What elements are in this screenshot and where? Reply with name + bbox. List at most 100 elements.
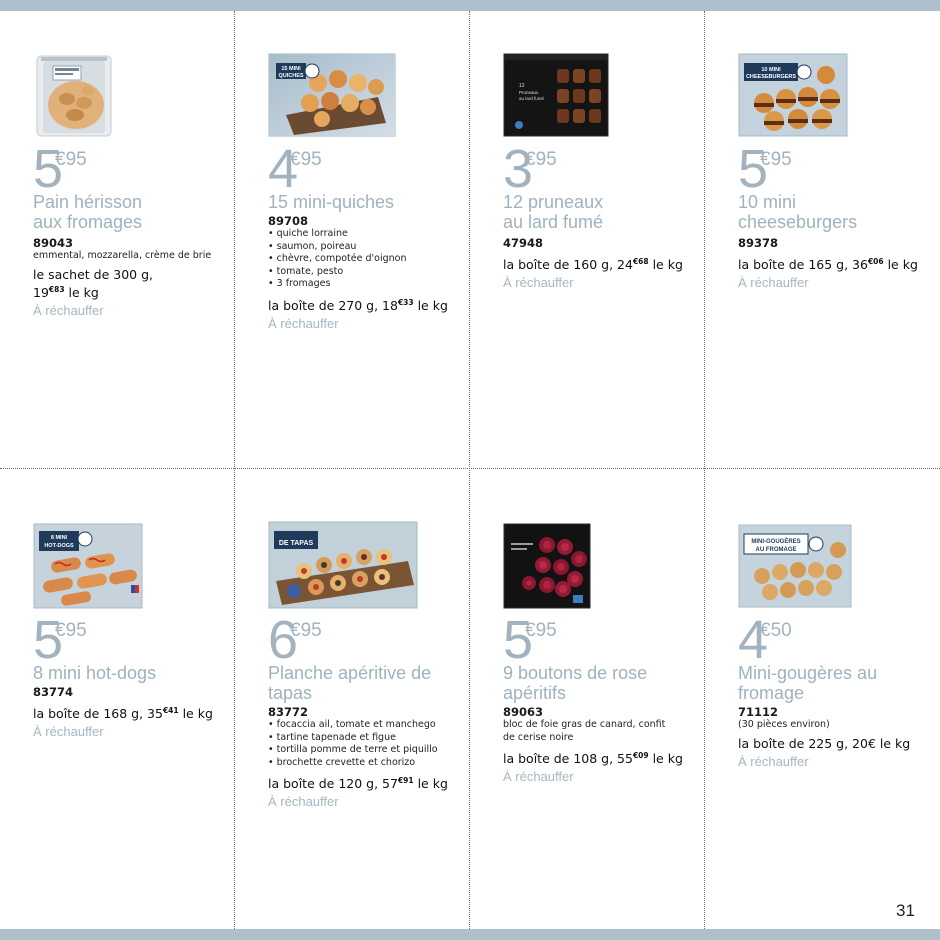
product-name: 10 mini cheeseburgers [738, 192, 933, 232]
product-description: bloc de foie gras de canard, confit [503, 719, 666, 730]
box-label: 8 MINI [51, 535, 68, 541]
column-divider [469, 11, 470, 929]
package-line: la boîte de 108 g, 55 [503, 751, 633, 766]
box-label: 12 [519, 83, 525, 89]
price-cents: €95 [290, 620, 322, 641]
quiche-box-icon: 15 MINI QUICHES [268, 53, 396, 141]
box-label: HOT-DOGS [44, 543, 74, 549]
tapas-box-icon: DE TAPAS [268, 521, 418, 613]
package-line: la boîte de 160 g, 24 [503, 257, 633, 272]
product-ref: 71112 [738, 705, 779, 719]
variety-item: tartine tapenade et figue [268, 732, 468, 745]
product-ref: 89708 [268, 214, 309, 228]
package-line: la boîte de 120 g, 57 [268, 776, 398, 791]
product-details: 89708 quiche lorraine saumon, poireau ch… [268, 214, 468, 332]
rose-box-icon [503, 523, 591, 613]
package-info: la boîte de 108 g, 55€09 le kg [503, 748, 703, 766]
price-cents: €50 [760, 620, 792, 641]
unit-price-unit: le kg [648, 751, 683, 766]
variety-item: chèvre, compotée d'oignon [268, 253, 468, 266]
package-info: la boîte de 168 g, 35€41 le kg [33, 703, 233, 721]
variety-list: focaccia ail, tomate et manchego tartine… [268, 719, 468, 769]
reheat-note: À réchauffer [738, 753, 809, 769]
price-cents: €95 [760, 149, 792, 170]
product-name: 9 boutons de rose apéritifs [503, 663, 698, 703]
product-ref: 89063 [503, 705, 544, 719]
box-label: au lard fumé [519, 96, 545, 101]
unit-price-cents: €91 [397, 776, 414, 785]
unit-price-unit: le kg [883, 257, 918, 272]
variety-item: saumon, poireau [268, 241, 468, 254]
product-details: 89043 emmental, mozzarella, crème de bri… [33, 236, 233, 319]
box-label: MINI-GOUGÈRES [751, 537, 800, 545]
reheat-note: À réchauffer [268, 794, 339, 809]
product-description: emmental, mozzarella, crème de brie [33, 250, 212, 261]
unit-price-unit: le kg [413, 776, 448, 791]
product-ref: 83774 [33, 685, 74, 699]
product-name: Planche apéritive de tapas [268, 663, 463, 703]
price-cents: €95 [525, 620, 557, 641]
unit-price-cents: €06 [867, 257, 884, 266]
column-divider [704, 11, 705, 929]
page-number: 31 [896, 901, 915, 920]
unit-price-unit: le kg [178, 706, 213, 721]
product-details: 71112 (30 pièces environ) la boîte de 22… [738, 705, 938, 770]
product-name-line: Pain hérisson [33, 192, 143, 212]
box-label: DE TAPAS [279, 540, 314, 547]
product-name-line: cheeseburgers [738, 212, 858, 232]
top-band [0, 0, 940, 11]
reheat-note: À réchauffer [738, 275, 809, 290]
gougeres-box-icon: MINI-GOUGÈRES AU FROMAGE [738, 524, 852, 612]
product-name: Pain hérisson aux fromages [33, 192, 228, 232]
reheat-note: À réchauffer [503, 769, 574, 784]
package-info: la boîte de 165 g, 36€06 le kg [738, 254, 938, 272]
box-label: QUICHES [278, 73, 303, 79]
package-info: la boîte de 270 g, 18€33 le kg [268, 295, 468, 313]
package-line: le sachet de 300 g, [33, 266, 154, 282]
variety-item: quiche lorraine [268, 228, 468, 241]
unit-price-cents: €68 [632, 257, 649, 266]
product-name: 8 mini hot-dogs [33, 663, 228, 683]
product-name-line: apéritifs [503, 683, 567, 703]
variety-item: 3 fromages [268, 278, 468, 291]
hotdog-box-icon: 8 MINI HOT-DOGS [33, 523, 143, 613]
reheat-note: À réchauffer [503, 275, 574, 290]
product-name-line: 9 boutons de rose [503, 663, 648, 683]
variety-item: tortilla pomme de terre et piquillo [268, 744, 468, 757]
package-line: la boîte de 225 g, 20€ le kg [738, 735, 911, 751]
package-line: la boîte de 270 g, 18 [268, 297, 398, 313]
column-divider [234, 11, 235, 929]
product-name-line: fromage [738, 683, 805, 703]
unit-price-unit: le kg [648, 257, 683, 272]
product-details: 83774 la boîte de 168 g, 35€41 le kg À r… [33, 685, 233, 740]
unit-price-unit: le kg [413, 297, 448, 313]
variety-list: quiche lorraine saumon, poireau chèvre, … [268, 228, 468, 291]
reheat-note: À réchauffer [33, 302, 104, 318]
product-name-line: 10 mini [738, 192, 797, 212]
package-info: la boîte de 225 g, 20€ le kg [738, 736, 938, 751]
box-label: CHEESEBURGERS [746, 74, 796, 80]
package-line: la boîte de 165 g, 36 [738, 257, 868, 272]
box-label: Pruneaux [519, 90, 539, 95]
product-name-line: aux fromages [33, 212, 143, 232]
price-cents: €95 [290, 149, 322, 170]
product-ref: 83772 [268, 705, 309, 719]
unit-price-cents: €09 [632, 751, 649, 760]
product-name: 12 pruneaux au lard fumé [503, 192, 698, 232]
product-ref: 89378 [738, 236, 779, 250]
product-name: Mini-gougères au fromage [738, 663, 933, 703]
variety-item: focaccia ail, tomate et manchego [268, 719, 468, 732]
product-name-line: 8 mini hot-dogs [33, 663, 157, 683]
reheat-note: À réchauffer [33, 724, 104, 739]
product-ref: 47948 [503, 236, 544, 250]
package-line: la boîte de 168 g, 35 [33, 706, 163, 721]
box-label: 15 MINI [281, 66, 301, 72]
unit-price-unit: le kg [64, 284, 99, 300]
product-name-line: Planche apéritive de [268, 663, 432, 683]
product-details: 83772 focaccia ail, tomate et manchego t… [268, 705, 468, 810]
cheese-bread-bag-icon [35, 53, 113, 143]
package-info: la boîte de 120 g, 57€91 le kg [268, 773, 468, 791]
product-description: de cerise noire [503, 731, 574, 743]
bottom-band [0, 929, 940, 940]
price-cents: €95 [55, 620, 87, 641]
